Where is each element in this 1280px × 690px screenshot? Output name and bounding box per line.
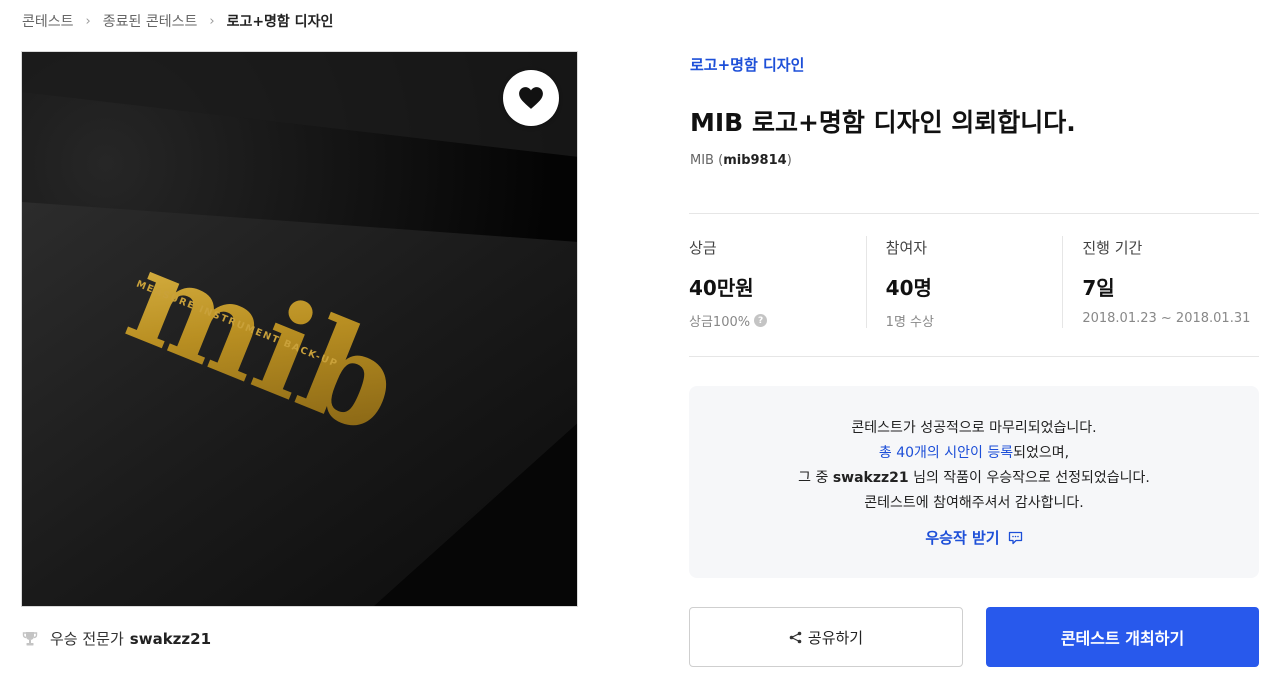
contest-category[interactable]: 로고+명함 디자인 <box>690 54 804 75</box>
period-label: 진행 기간 <box>1082 239 1143 257</box>
result-line-2-rest: 되었으며, <box>1013 445 1070 461</box>
submission-count-link[interactable]: 총 40개의 시안이 등록 <box>879 445 1013 461</box>
result-line-3-post: 님의 작품이 우승작으로 선정되었습니다. <box>908 470 1150 486</box>
period-dates: 2018.01.23 ~ 2018.01.31 <box>1082 311 1251 326</box>
result-line-1: 콘테스트가 성공적으로 마무리되었습니다. <box>851 420 1097 436</box>
period-value: 7일 <box>1082 276 1115 300</box>
chevron-right-icon: › <box>209 13 215 29</box>
contest-stats: 상금 40만원 상금100% ? 참여자 40명 1명 수상 진행 기간 7일 … <box>689 213 1259 357</box>
result-winner-name: swakzz21 <box>832 470 909 486</box>
result-line-2: 총 40개의 시안이 등록되었으며, <box>689 441 1259 466</box>
prize-sub: 상금100% ? <box>689 311 866 330</box>
like-button[interactable] <box>503 70 559 126</box>
host-name: MIB <box>690 153 714 168</box>
prize-value: 40만원 <box>689 276 754 300</box>
receive-winning-work-button[interactable]: 우승작 받기 <box>925 527 1022 548</box>
result-line-3-pre: 그 중 <box>798 470 833 486</box>
contest-result-box: 콘테스트가 성공적으로 마무리되었습니다. 총 40개의 시안이 등록되었으며,… <box>689 386 1259 578</box>
host-contest-label: 콘테스트 개최하기 <box>1060 629 1185 648</box>
prize-label: 상금 <box>689 239 717 257</box>
business-card-mockup: mib MEASURE INSTRUMENT BACK-UP <box>22 52 577 606</box>
trophy-icon <box>22 631 38 647</box>
share-icon <box>789 631 802 644</box>
host-id[interactable]: mib9814 <box>723 153 787 168</box>
result-line-4: 콘테스트에 참여해주셔서 감사합니다. <box>864 495 1084 511</box>
receive-label: 우승작 받기 <box>925 529 1000 547</box>
breadcrumb-finished-contests[interactable]: 종료된 콘테스트 <box>103 11 198 31</box>
heart-icon <box>519 87 543 109</box>
contest-host: MIB (mib9814) <box>690 153 792 168</box>
breadcrumb-current: 로고+명함 디자인 <box>226 14 334 30</box>
question-icon[interactable]: ? <box>754 314 768 327</box>
chat-bubble-icon <box>1008 531 1023 545</box>
host-contest-button[interactable]: 콘테스트 개최하기 <box>986 607 1259 667</box>
result-line-3: 그 중 swakzz21 님의 작품이 우승작으로 선정되었습니다. <box>689 466 1259 491</box>
contest-hero-image: mib MEASURE INSTRUMENT BACK-UP <box>21 51 578 607</box>
share-label: 공유하기 <box>807 628 864 647</box>
winner-info: 우승 전문가 swakzz21 <box>22 628 211 649</box>
winner-name[interactable]: swakzz21 <box>130 630 211 648</box>
stat-participants: 참여자 40명 1명 수상 <box>865 214 1063 356</box>
participants-value: 40명 <box>885 276 932 300</box>
contest-title: MIB 로고+명함 디자인 의뢰합니다. <box>690 108 1076 137</box>
stat-prize: 상금 40만원 상금100% ? <box>689 214 866 356</box>
participants-sub: 1명 수상 <box>885 315 934 330</box>
share-button[interactable]: 공유하기 <box>689 607 963 667</box>
prize-ratio: 상금100% <box>689 315 751 330</box>
participants-label: 참여자 <box>885 239 928 257</box>
breadcrumb-contest[interactable]: 콘테스트 <box>22 11 74 31</box>
chevron-right-icon: › <box>85 13 91 29</box>
breadcrumb: 콘테스트 › 종료된 콘테스트 › 로고+명함 디자인 <box>22 11 334 31</box>
stat-period: 진행 기간 7일 2018.01.23 ~ 2018.01.31 <box>1062 214 1259 356</box>
winner-label: 우승 전문가 <box>50 630 124 648</box>
